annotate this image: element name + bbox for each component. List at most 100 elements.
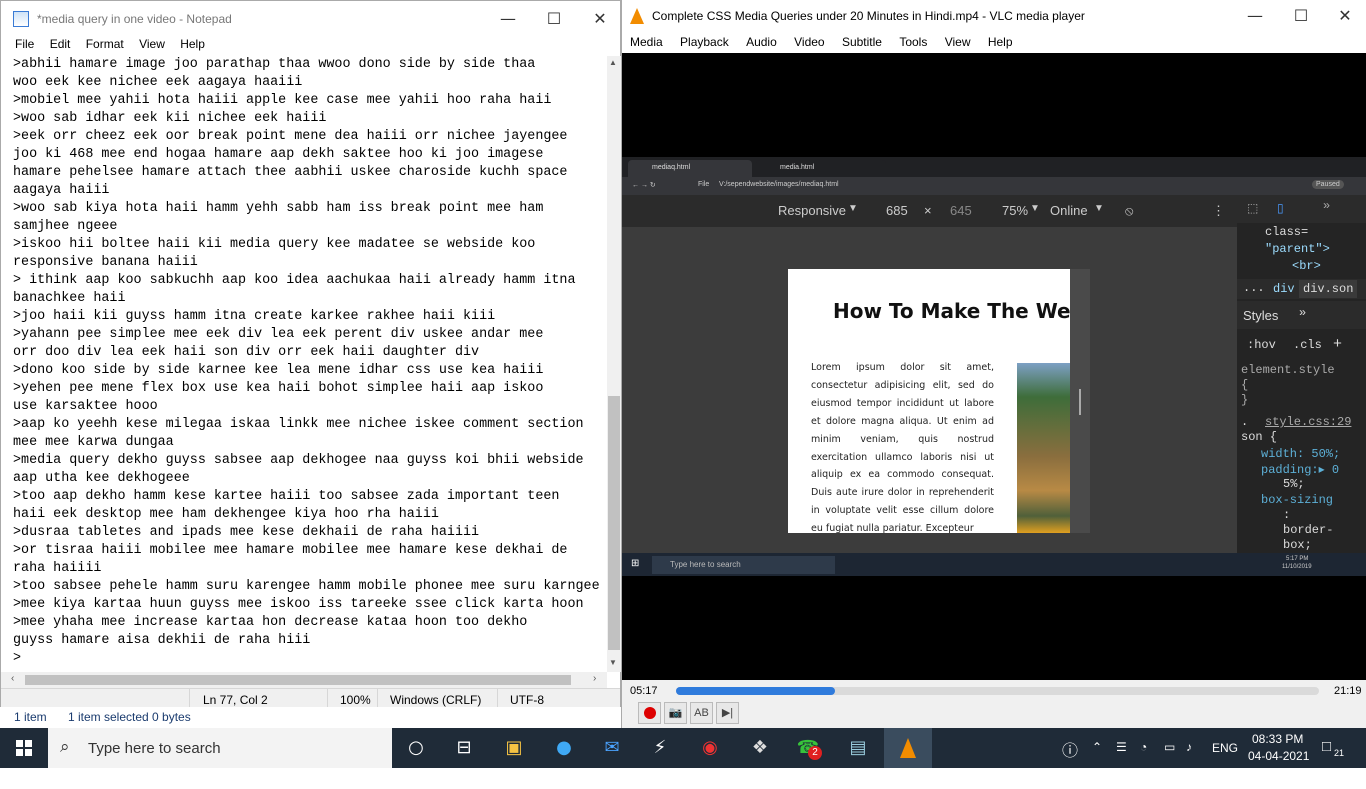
task-view-icon[interactable]: ⊟ [450,734,478,762]
times-sign: × [924,203,932,218]
crumb-ellipsis: ... [1243,281,1265,295]
mail-icon[interactable]: ✉ [598,734,626,762]
inner-search-text: Type here to search [670,560,741,569]
padding-cont: 5%; [1283,477,1305,491]
tray-battery-icon[interactable]: ▭ [1164,740,1175,780]
menu-edit[interactable]: Edit [50,37,71,51]
vlc-menu-subtitle[interactable]: Subtitle [842,32,882,53]
scroll-right-icon[interactable]: › [593,673,596,684]
cls-filter: .cls [1293,338,1322,352]
box-sizing-prop: box-sizing [1261,493,1334,507]
menu-format[interactable]: Format [86,37,124,51]
menu-help[interactable]: Help [180,37,205,51]
minimize-button[interactable]: — [485,1,531,37]
notepad-taskbar-icon[interactable]: ▤ [844,734,872,762]
vlc-menubar: Media Playback Audio Video Subtitle Tool… [622,32,1366,53]
tray-volume-icon[interactable]: ♪ [1186,740,1192,780]
browser-tab-1: mediaq.html [628,160,752,177]
close-button[interactable]: ✕ [577,1,623,37]
padding-prop: padding:▸ 0 [1261,463,1340,477]
vlc-close-button[interactable]: ✕ [1322,0,1366,34]
taskbar-search-placeholder: Type here to search [88,740,221,757]
horizontal-scrollbar[interactable]: ‹ › [1,672,607,688]
vlc-menu-tools[interactable]: Tools [899,32,927,53]
inner-search-box: Type here to search [652,556,835,574]
device-toolbar: Responsive ▼ 685 × 645 75% ▼ Online ▼ ⦸ … [622,195,1237,227]
vlc-menu-view[interactable]: View [945,32,971,53]
vlc-taskbar-button[interactable] [884,728,932,768]
vertical-scroll-thumb[interactable] [608,396,620,650]
cortana-icon[interactable]: ○ [402,734,430,762]
device-select: Responsive [778,203,846,218]
vlc-controls: 05:17 21:19 📷 AB ▶| [622,680,1366,728]
vlc-menu-playback[interactable]: Playback [680,32,729,53]
notepad-titlebar[interactable]: *media query in one video - Notepad — ☐ … [1,1,620,37]
rotate-icon: ⦸ [1125,203,1134,218]
add-rule: + [1333,336,1343,353]
viewport-resize-handle [1070,269,1090,533]
vlc-menu-video[interactable]: Video [794,32,824,53]
file-explorer-icon[interactable]: ▣ [500,734,528,762]
vlc-window: Complete CSS Media Queries under 20 Minu… [621,0,1366,728]
maximize-button[interactable]: ☐ [531,1,577,37]
inner-start-icon: ⊞ [631,558,640,569]
more-panels-icon: » [1323,199,1331,213]
vlc-menu-help[interactable]: Help [988,32,1013,53]
vlc-maximize-button[interactable]: ☐ [1278,0,1324,34]
recorded-taskbar: ⊞ Type here to search 5:17 PM 11/10/2019 [622,553,1366,576]
tray-wifi-icon[interactable]: ◔ [1140,740,1147,780]
notification-icon[interactable]: □ [1322,738,1331,778]
chrome-icon[interactable]: ◉ [696,734,724,762]
scroll-down-icon[interactable]: ▼ [609,658,617,667]
element-style: element.style [1241,363,1335,377]
windows-taskbar: ⌕ Type here to search ○ ⊟ ▣ ● ✉ ⚡ ◉ ❖ ☎ … [0,728,1366,768]
help-icon[interactable]: ⓘ [1062,737,1078,777]
dropbox-icon[interactable]: ❖ [746,734,774,762]
clock-date[interactable]: 04-04-2021 [1248,749,1309,789]
video-frame[interactable]: mediaq.html media.html ← → ↻ File V:/sep… [622,53,1366,680]
device-caret-icon: ▼ [848,203,858,214]
notepad-statusbar: Ln 77, Col 2 100% Windows (CRLF) UTF-8 [1,688,620,709]
width-prop: width: 50%; [1261,447,1341,461]
taskbar-search[interactable]: ⌕ Type here to search [48,728,392,768]
start-button[interactable] [0,728,48,768]
menu-file[interactable]: File [15,37,34,51]
snapshot-button[interactable]: 📷 [664,702,687,724]
frame-step-button[interactable]: ▶| [716,702,739,724]
inner-date: 11/10/2019 [1282,564,1312,570]
brace-open: { [1241,378,1249,392]
vlc-titlebar[interactable]: Complete CSS Media Queries under 20 Minu… [622,0,1366,32]
url-text: V:/sependwebsite/images/mediaq.html [719,181,839,188]
input-language[interactable]: ENG [1212,741,1238,781]
code-line-2: "parent"> [1265,242,1330,256]
notepad-text-area[interactable]: >abhii hamare image joo parathap thaa ww… [1,56,607,672]
brace-close: } [1241,393,1249,407]
edge-icon[interactable]: ● [550,734,578,762]
line-ending: Windows (CRLF) [390,693,482,707]
elapsed-time: 05:17 [630,685,658,697]
vlc-title: Complete CSS Media Queries under 20 Minu… [652,9,1085,23]
scroll-left-icon[interactable]: ‹ [11,673,14,684]
loop-ab-button[interactable]: AB [690,702,713,724]
tray-chevron-icon[interactable]: ⌃ [1092,740,1102,780]
vertical-scrollbar[interactable]: ▲ ▼ [607,56,621,672]
menu-view[interactable]: View [139,37,165,51]
item-count: 1 item [14,710,47,724]
tray-network-icon[interactable]: ☰ [1116,740,1127,780]
record-button[interactable] [638,702,661,724]
page-heading: How To Make The Websi [833,299,1070,323]
seek-bar[interactable] [676,687,1319,695]
notepad-icon [13,11,29,27]
vlc-menu-media[interactable]: Media [630,32,663,53]
horizontal-scroll-thumb[interactable] [25,675,571,685]
selector-dot: . [1241,415,1249,429]
vlc-menu-audio[interactable]: Audio [746,32,777,53]
devtools-panel: ⬚ ▯ » class= "parent"> <br> ... div div.… [1237,195,1366,553]
vlc-minimize-button[interactable]: — [1232,0,1278,34]
sublime-icon[interactable]: ⚡ [646,734,674,762]
notepad-text[interactable]: >abhii hamare image joo parathap thaa ww… [1,56,607,668]
scroll-up-icon[interactable]: ▲ [609,58,617,67]
notepad-menubar: File Edit Format View Help [1,37,620,56]
landscape-image [1017,363,1070,533]
zoom-select: 75% [1002,203,1029,218]
